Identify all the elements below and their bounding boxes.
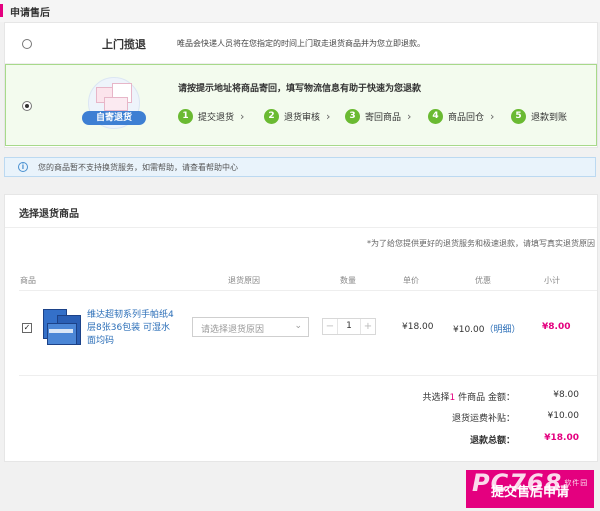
return-reason-placeholder: 请选择退货原因 (201, 325, 265, 335)
pickup-description: 唯品会快递人员将在您指定的时间上门取走退货商品并为您立即退款。 (177, 39, 425, 48)
decrease-button[interactable]: − (323, 319, 338, 334)
increase-button[interactable]: + (360, 319, 375, 334)
table-row: ✓ 维达超韧系列手帕纸4层8张36包装 可湿水面均码 请选择退货原因 ⌄ − 1… (5, 295, 597, 375)
quantity-stepper[interactable]: − 1 + (322, 318, 376, 335)
shipping-label: 退货运费补贴： (451, 414, 515, 424)
step-2: 2 退货审核 › (264, 108, 330, 124)
summary-total: 退款总额： ¥18.00 (5, 433, 597, 447)
product-name-link[interactable]: 维达超韧系列手帕纸4层8张36包装 可湿水面均码 (87, 309, 179, 348)
total-label: 退款总额： (469, 436, 515, 446)
self-ship-badge-text: 自寄退货 (82, 111, 146, 125)
column-header-qty: 数量 (340, 276, 356, 285)
option-self-ship[interactable]: 自寄退货 请按提示地址将商品寄回，填写物流信息有助于快速为您退款 1 提交退货 … (5, 64, 597, 146)
column-header-discount: 优惠 (475, 276, 491, 285)
step-number: 2 (264, 108, 279, 124)
pickup-radio[interactable] (22, 39, 32, 49)
step-4: 4 商品回仓 › (428, 108, 494, 124)
discount-detail-link[interactable]: （明细） (485, 325, 521, 335)
chevron-down-icon: ⌄ (294, 321, 302, 331)
self-ship-headline: 请按提示地址将商品寄回，填写物流信息有助于快速为您退款 (178, 84, 422, 94)
divider (19, 290, 597, 291)
column-header-product: 商品 (20, 276, 36, 285)
info-icon: i (18, 162, 28, 172)
discount-cell: ¥10.00（明细） (453, 322, 521, 335)
table-header: 商品 退货原因 数量 单价 优惠 小计 (5, 275, 597, 289)
step-number: 1 (178, 108, 193, 124)
watermark-logo: PC768 软件园 (472, 469, 589, 497)
summary-selected: 共选择1 件商品 金额： ¥8.00 (5, 390, 597, 404)
column-header-subtotal: 小计 (544, 276, 560, 285)
chevron-right-icon: › (240, 109, 245, 123)
step-label: 寄回商品 (365, 112, 402, 123)
step-label: 退款到账 (531, 112, 568, 123)
info-notice: i 您的商品暂不支持换货服务，如需帮助，请查看帮助中心 (4, 157, 596, 177)
summary-amount: ¥8.00 (553, 390, 579, 400)
divider (5, 227, 597, 228)
section-title: 选择退货商品 (19, 209, 79, 220)
shipping-value: ¥10.00 (547, 411, 580, 421)
unit-price: ¥18.00 (402, 322, 434, 332)
self-ship-badge-icon: 自寄退货 (82, 75, 152, 133)
pickup-label: 上门揽退 (102, 38, 146, 51)
discount-value: ¥10.00 (453, 325, 485, 335)
divider (19, 375, 597, 376)
step-label: 提交退货 (198, 112, 235, 123)
return-method-card: 上门揽退 唯品会快递人员将在您指定的时间上门取走退货商品并为您立即退款。 自寄退… (4, 22, 598, 148)
return-reason-select[interactable]: 请选择退货原因 ⌄ (192, 317, 309, 337)
subtotal: ¥8.00 (542, 322, 571, 332)
self-ship-radio[interactable] (22, 101, 32, 111)
summary-selected-label: 共选择1 件商品 金额： (422, 393, 515, 403)
item-checkbox[interactable]: ✓ (22, 323, 32, 333)
product-thumbnail[interactable] (39, 305, 85, 349)
chevron-right-icon: › (407, 109, 412, 123)
option-pickup[interactable]: 上门揽退 唯品会快递人员将在您指定的时间上门取走退货商品并为您立即退款。 (5, 23, 597, 64)
step-number: 4 (428, 108, 443, 124)
column-header-price: 单价 (403, 276, 419, 285)
total-value: ¥18.00 (544, 433, 579, 443)
page-header: 申请售后 (0, 0, 600, 22)
return-products-card: 选择退货商品 *为了给您提供更好的退货服务和极速退款，请填写真实退货原因 商品 … (4, 194, 598, 462)
chevron-right-icon: › (326, 109, 331, 123)
step-label: 商品回仓 (448, 112, 485, 123)
step-number: 3 (345, 108, 360, 124)
step-number: 5 (511, 108, 526, 124)
chevron-right-icon: › (490, 109, 495, 123)
page-title: 申请售后 (10, 8, 50, 19)
step-1: 1 提交退货 › (178, 108, 244, 124)
column-header-reason: 退货原因 (228, 276, 260, 285)
quantity-value[interactable]: 1 (339, 319, 359, 334)
header-accent-bar (0, 4, 3, 17)
info-text: 您的商品暂不支持换货服务，如需帮助，请查看帮助中心 (38, 163, 238, 172)
step-5: 5 退款到账 (511, 108, 567, 124)
step-label: 退货审核 (284, 112, 321, 123)
step-3: 3 寄回商品 › (345, 108, 411, 124)
summary-shipping: 退货运费补贴： ¥10.00 (5, 411, 597, 425)
reason-note: *为了给您提供更好的退货服务和极速退款，请填写真实退货原因 (367, 239, 595, 248)
